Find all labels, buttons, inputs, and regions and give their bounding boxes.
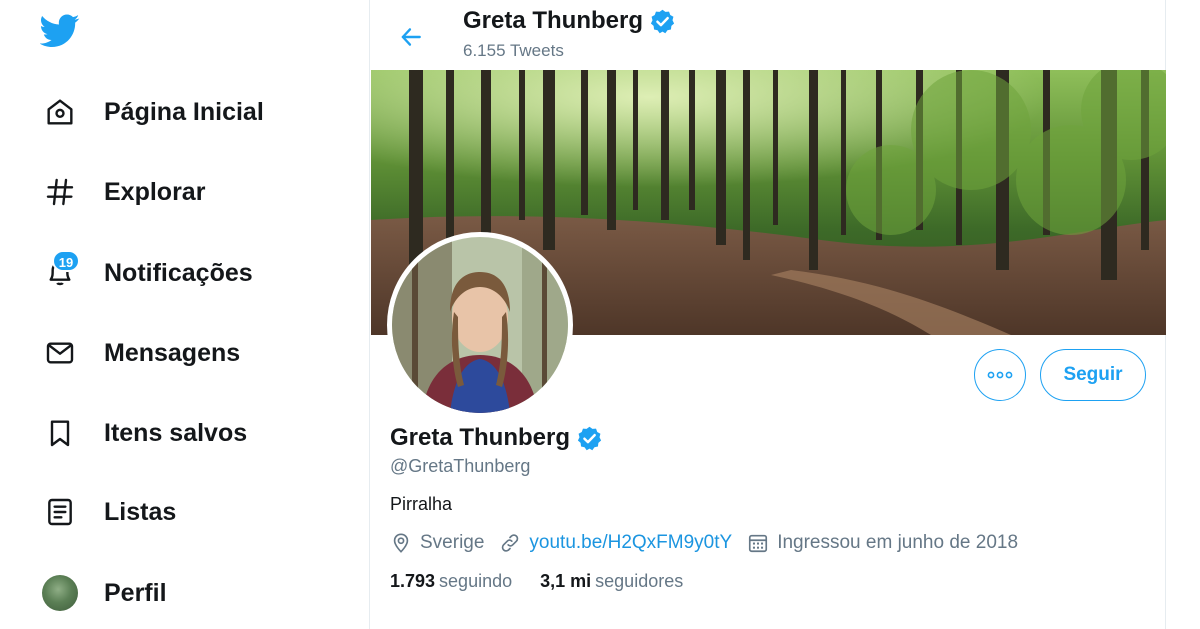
more-icon [987,371,1013,379]
home-icon [42,94,78,130]
website: youtu.be/H2QxFM9y0tY [499,532,732,554]
header-name: Greta Thunberg [463,7,644,34]
profile-meta: Sverige youtu.be/H2QxFM9y0tY Ingressou e… [390,532,1033,554]
tweet-count: 6.155 Tweets [463,41,564,60]
more-options-button[interactable] [974,349,1026,401]
website-link[interactable]: youtu.be/H2QxFM9y0tY [529,532,732,554]
profile-avatar[interactable] [387,232,573,418]
join-date-text: Ingressou em junho de 2018 [777,532,1019,553]
sidebar-item-label: Perfil [104,578,167,607]
location: Sverige [390,532,484,554]
sidebar-item-label: Explorar [104,177,206,206]
location-pin-icon [393,533,409,553]
sidebar-item-label: Notificações [104,258,253,287]
followers-link[interactable]: 3,1 mi seguidores [540,571,683,592]
profile-bio: Pirralha [390,494,453,514]
sidebar-item-label: Listas [104,497,177,526]
sidebar-item-messages[interactable]: Mensagens [42,329,240,377]
verified-badge-icon [577,426,602,450]
header-title: Greta Thunberg [463,7,676,35]
followers-label: seguidores [595,571,684,591]
sidebar: Página Inicial Explorar 19 Notificações [0,0,369,629]
avatar [42,575,78,611]
following-link[interactable]: 1.793 seguindo [390,571,512,592]
sidebar-item-explore[interactable]: Explorar [42,168,205,216]
profile-name: Greta Thunberg [390,424,603,452]
profile-stats: 1.793 seguindo 3,1 mi seguidores [390,571,711,592]
notification-badge: 19 [52,250,80,272]
link-icon [502,534,519,552]
profile-header: Greta Thunberg 6.155 Tweets [370,0,1166,70]
verified-badge-icon [650,9,675,33]
profile-display-name: Greta Thunberg [390,424,571,451]
sidebar-item-lists[interactable]: Listas [42,488,176,536]
back-button[interactable] [394,20,428,54]
envelope-icon [42,335,78,371]
twitter-bird-icon[interactable] [39,14,84,54]
bookmark-icon [42,415,78,451]
join-date: Ingressou em junho de 2018 [747,532,1018,554]
calendar-icon [749,534,768,553]
hashtag-icon [42,174,78,210]
sidebar-item-bookmarks[interactable]: Itens salvos [42,409,247,457]
sidebar-item-notifications[interactable]: 19 Notificações [42,249,253,297]
following-label: seguindo [439,571,513,591]
sidebar-item-profile[interactable]: Perfil [42,569,167,617]
bell-icon: 19 [42,250,80,291]
list-icon [42,494,78,530]
profile-column: Greta Thunberg 6.155 Tweets Seguir Greta… [369,0,1166,629]
sidebar-item-label: Mensagens [104,338,241,367]
sidebar-item-label: Itens salvos [104,418,248,447]
profile-handle: @GretaThunberg [390,456,531,476]
sidebar-item-label: Página Inicial [104,97,264,126]
sidebar-item-home[interactable]: Página Inicial [42,88,264,136]
location-text: Sverige [420,532,485,553]
follow-button[interactable]: Seguir [1040,349,1146,401]
following-count: 1.793 [390,571,436,591]
followers-count: 3,1 mi [540,571,592,591]
back-arrow-icon [401,28,421,46]
